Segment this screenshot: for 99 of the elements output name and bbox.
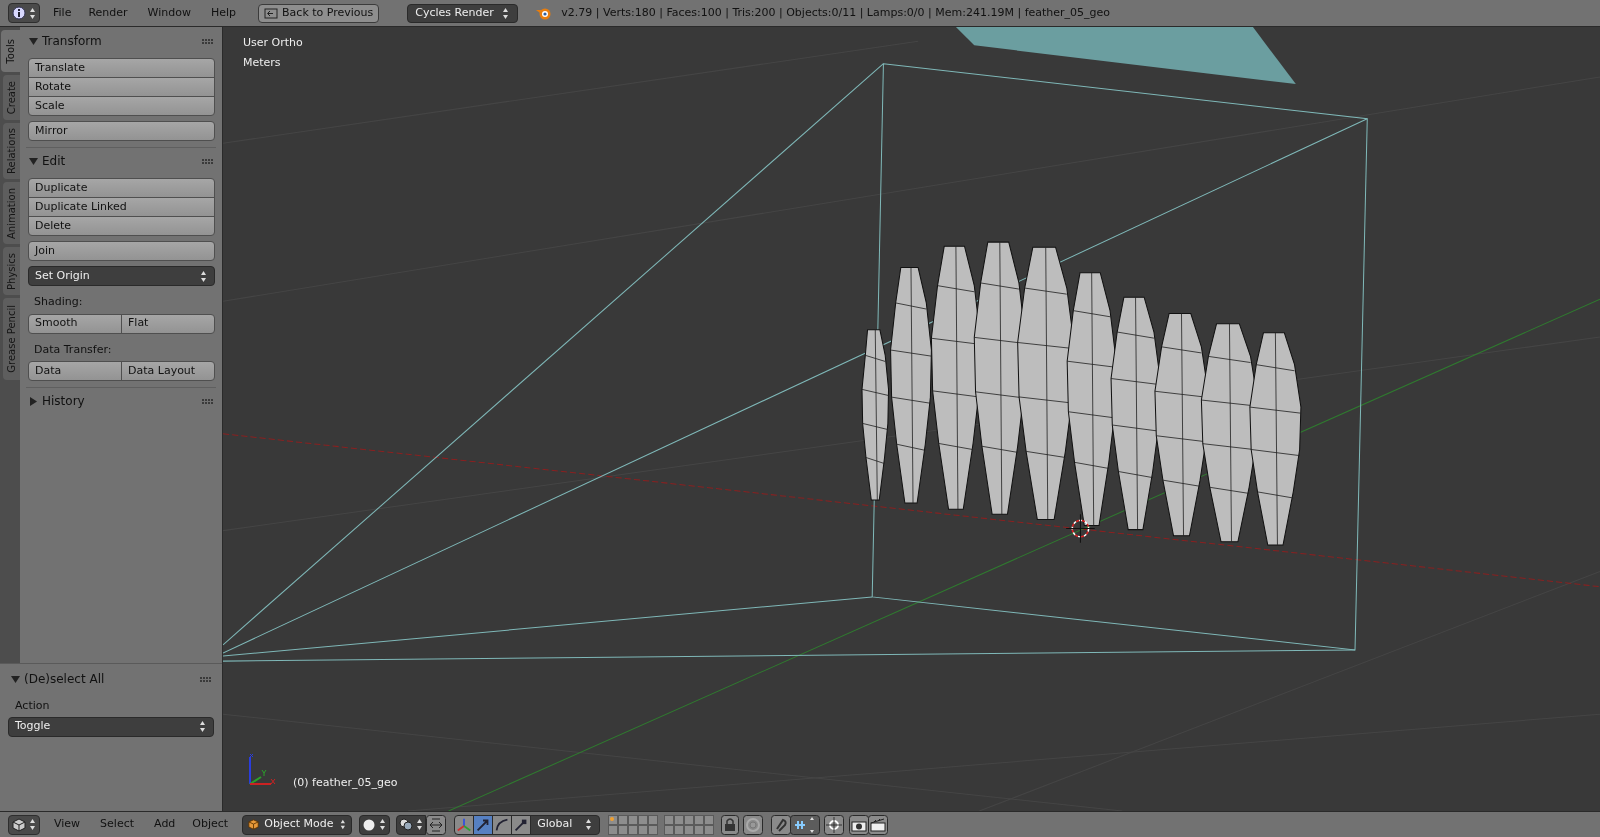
up-down-arrows-icon (414, 818, 424, 831)
up-down-arrows-icon (584, 818, 594, 831)
tool-button[interactable]: Translate (28, 58, 215, 78)
mode-dropdown[interactable]: Object Mode (242, 814, 353, 835)
status-text: v2.79 | Verts:180 | Faces:100 | Tris:200 | Objects:0/11 | Lamps:0/0 | Mem:241.19M | feather_05_geo (561, 4, 1111, 21)
layer-toggle[interactable] (674, 824, 685, 835)
up-down-arrows-icon (27, 6, 37, 20)
collapsed-triangle-icon (29, 396, 38, 406)
expanded-triangle-icon (29, 156, 38, 166)
panel-header[interactable]: Transform (26, 32, 102, 50)
cube-icon (11, 817, 26, 832)
layer-toggle[interactable] (664, 814, 675, 825)
layer-toggle[interactable] (694, 824, 705, 835)
expanded-triangle-icon (29, 36, 38, 46)
render-engine-dropdown[interactable]: Cycles Render (407, 3, 519, 23)
back-to-previous-button[interactable]: Back to Previous (258, 3, 380, 23)
tool-button[interactable]: Scale (28, 96, 215, 116)
lock-icon[interactable] (721, 814, 740, 835)
tool-button[interactable]: Duplicate (28, 178, 215, 198)
shading-dropdown[interactable] (359, 814, 391, 835)
manipulator-toggle[interactable] (492, 814, 513, 835)
manipulator-toggle[interactable] (454, 814, 475, 835)
layer-toggle[interactable] (618, 814, 629, 825)
tool-button[interactable]: Duplicate Linked (28, 197, 215, 217)
section-label: Data Transfer: (33, 341, 113, 358)
layer-toggle[interactable] (684, 814, 695, 825)
up-down-arrows-icon (199, 269, 208, 283)
up-down-arrows-icon (198, 720, 207, 733)
layer-toggle[interactable] (694, 814, 705, 825)
editor-type-button[interactable] (8, 814, 40, 835)
layer-toggle[interactable] (628, 824, 639, 835)
pivot-icon (398, 818, 413, 831)
menu-item[interactable]: Object (191, 816, 230, 833)
panel-tab[interactable]: Tools (1, 30, 20, 72)
layer-toggle[interactable] (618, 824, 629, 835)
drag-grip-icon[interactable] (202, 38, 213, 44)
section-label: Shading: (33, 294, 84, 310)
proportional-edit-icon[interactable] (743, 814, 764, 835)
manipulator-toggle[interactable] (473, 814, 494, 835)
camera-icon[interactable] (849, 814, 870, 835)
snap-target-icon[interactable] (824, 814, 845, 835)
snap-arrows-icon[interactable] (426, 814, 447, 835)
layer-toggle[interactable] (608, 814, 619, 825)
menu-item[interactable]: Add (153, 816, 177, 833)
drag-grip-icon[interactable] (200, 676, 211, 682)
tool-button[interactable]: Delete (28, 216, 215, 236)
editor-type-button[interactable] (8, 3, 40, 23)
orientation-dropdown[interactable]: Global (530, 814, 601, 835)
tool-button[interactable]: Smooth (28, 313, 122, 334)
action-dropdown[interactable]: Toggle (8, 716, 214, 737)
3d-cursor-icon (1065, 513, 1096, 544)
up-down-arrows-icon (501, 6, 511, 20)
tool-button[interactable]: Flat (121, 313, 215, 334)
layer-toggle[interactable] (628, 814, 639, 825)
menu-item[interactable]: Render (87, 4, 129, 22)
info-icon (11, 6, 26, 20)
panel-header[interactable]: Edit (26, 152, 66, 170)
layer-toggle[interactable] (664, 824, 675, 835)
panel-header[interactable]: (De)select All (8, 670, 105, 688)
menu-item[interactable]: File (52, 4, 73, 22)
snap-element-icon[interactable] (790, 814, 821, 835)
tool-button[interactable]: Mirror (28, 121, 215, 141)
layer-toggle[interactable] (704, 824, 715, 835)
expanded-triangle-icon (11, 674, 20, 684)
magnet-icon[interactable] (771, 814, 792, 835)
up-down-arrows-icon (338, 818, 347, 831)
tool-button[interactable]: Data Layout (121, 361, 215, 381)
drag-grip-icon[interactable] (202, 158, 213, 164)
up-down-arrows-icon (377, 818, 387, 831)
drag-grip-icon[interactable] (202, 398, 213, 404)
view-name-label: User Ortho (243, 35, 303, 51)
units-label: Meters (243, 55, 281, 71)
menu-item[interactable]: View (53, 816, 82, 833)
active-object-label: (0) feather_05_geo (293, 775, 398, 791)
menu-item[interactable]: Select (99, 816, 136, 833)
layer-toggle[interactable] (648, 814, 659, 825)
layer-toggle[interactable] (638, 824, 649, 835)
tool-button[interactable]: Rotate (28, 77, 215, 97)
axis-gizmo-icon (247, 753, 277, 787)
clapperboard-icon[interactable] (868, 814, 889, 835)
menu-item[interactable]: Help (209, 4, 238, 22)
panel-header[interactable]: History (26, 392, 85, 410)
layer-toggle[interactable] (674, 814, 685, 825)
layer-toggle[interactable] (608, 824, 619, 835)
back-screen-icon (264, 7, 279, 19)
field-label: Action (14, 698, 51, 714)
layer-toggle[interactable] (704, 814, 715, 825)
set-origin-dropdown[interactable]: Set Origin (28, 266, 215, 286)
up-down-arrows-icon (27, 818, 37, 831)
cube-icon (248, 818, 260, 831)
pivot-dropdown[interactable] (396, 814, 427, 835)
manipulator-toggle[interactable] (511, 814, 532, 835)
layer-toggle[interactable] (684, 824, 695, 835)
tool-button[interactable]: Data (28, 361, 122, 381)
layer-toggle[interactable] (648, 824, 659, 835)
menu-item[interactable]: Window (146, 4, 192, 22)
tool-button[interactable]: Join (28, 241, 215, 261)
sphere-icon (362, 818, 375, 831)
layer-toggle[interactable] (638, 814, 649, 825)
